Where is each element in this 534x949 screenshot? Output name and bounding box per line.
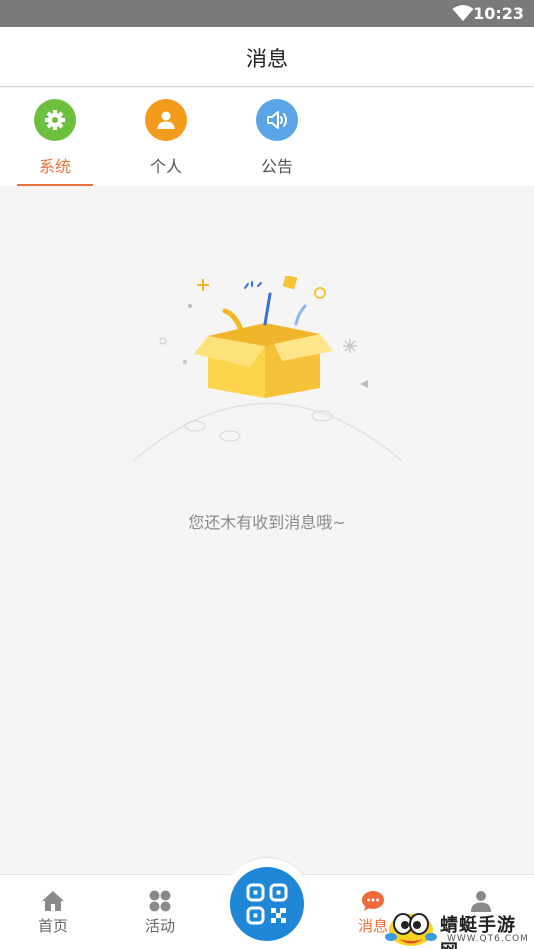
empty-box-illustration xyxy=(132,276,403,462)
title-bar: 消息 xyxy=(0,27,534,87)
nav-activity[interactable]: 活动 xyxy=(120,875,200,949)
nav-home[interactable]: 首页 xyxy=(13,875,93,949)
wifi-icon xyxy=(452,5,474,21)
message-tabs: 系统 个人 公告 xyxy=(0,88,534,186)
tab-system-label: 系统 xyxy=(38,157,71,176)
watermark: 蜻蜓手游网 WWW.QT6.COM xyxy=(385,906,534,949)
empty-message: 您还木有收到消息哦~ xyxy=(188,513,346,532)
nav-home-label: 首页 xyxy=(37,917,68,935)
tab-announcement-label: 公告 xyxy=(260,157,293,176)
chat-icon xyxy=(362,891,384,911)
status-time: 10:23 xyxy=(473,4,524,23)
empty-state: 您还木有收到消息哦~ xyxy=(0,186,534,874)
scan-button[interactable] xyxy=(230,867,304,941)
user-icon xyxy=(145,99,187,141)
nav-activity-label: 活动 xyxy=(144,917,175,935)
grid-icon xyxy=(149,890,171,912)
home-icon xyxy=(42,891,64,911)
tab-personal-label: 个人 xyxy=(149,157,182,176)
speaker-icon xyxy=(256,99,298,141)
tab-personal[interactable]: 个人 xyxy=(126,88,206,186)
status-bar: 10:23 xyxy=(0,0,534,27)
tab-system[interactable]: 系统 xyxy=(15,88,95,186)
tab-announcement[interactable]: 公告 xyxy=(237,88,317,186)
gear-icon xyxy=(34,99,76,141)
dragonfly-logo-icon xyxy=(385,913,437,946)
qr-scan-icon xyxy=(246,883,288,925)
page-title: 消息 xyxy=(246,47,288,71)
watermark-url: WWW.QT6.COM xyxy=(447,934,529,944)
